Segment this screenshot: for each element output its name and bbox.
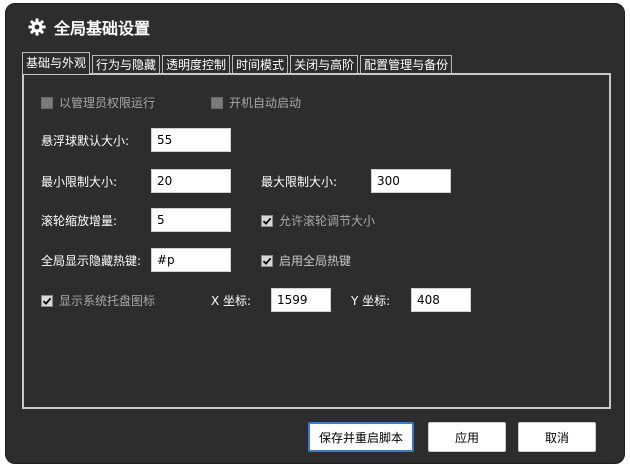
max-size-input[interactable] xyxy=(371,169,451,193)
tab-panel: 以管理员权限运行 开机自动启动 悬浮球默认大小: 最小限制大小: 最大限制大小:… xyxy=(22,73,611,409)
tab-transparency[interactable]: 透明度控制 xyxy=(162,55,231,74)
tab-bar: 基础与外观 行为与隐藏 透明度控制 时间模式 关闭与高阶 配置管理与备份 xyxy=(22,52,454,74)
gear-icon xyxy=(28,18,46,36)
wheel-step-label: 滚轮缩放增量: xyxy=(41,214,118,228)
default-size-label: 悬浮球默认大小: xyxy=(41,134,130,148)
run-as-admin-checkbox[interactable]: 以管理员权限运行 xyxy=(41,95,155,111)
allow-wheel-resize-checkbox[interactable]: 允许滚轮调节大小 xyxy=(261,213,375,229)
min-size-label: 最小限制大小: xyxy=(41,175,118,189)
y-coord-label: Y 坐标: xyxy=(351,294,391,308)
tab-config-backup[interactable]: 配置管理与备份 xyxy=(360,55,453,74)
tab-time-mode[interactable]: 时间模式 xyxy=(232,55,289,74)
x-coord-label: X 坐标: xyxy=(211,294,252,308)
y-coord-input[interactable] xyxy=(411,288,471,312)
x-coord-input[interactable] xyxy=(271,288,331,312)
checkbox-box xyxy=(41,97,53,109)
save-restart-button[interactable]: 保存并重启脚本 xyxy=(308,422,414,452)
window-title: 全局基础设置 xyxy=(54,19,151,38)
cancel-button[interactable]: 取消 xyxy=(518,422,596,452)
tab-basic-appearance[interactable]: 基础与外观 xyxy=(22,52,91,74)
show-tray-icon-checkbox[interactable]: 显示系统托盘图标 xyxy=(41,293,155,309)
wheel-step-input[interactable] xyxy=(151,208,231,232)
checkmark-icon xyxy=(262,217,272,225)
apply-button[interactable]: 应用 xyxy=(428,422,506,452)
default-size-input[interactable] xyxy=(151,128,231,152)
hotkey-input[interactable] xyxy=(151,248,231,272)
title-bar: 全局基础设置 xyxy=(28,15,150,39)
checkbox-box xyxy=(261,255,273,267)
min-size-input[interactable] xyxy=(151,169,231,193)
checkbox-box xyxy=(211,97,223,109)
enable-hotkey-checkbox[interactable]: 启用全局热键 xyxy=(261,253,351,269)
checkmark-icon xyxy=(262,257,272,265)
tab-behavior-hide[interactable]: 行为与隐藏 xyxy=(92,55,161,74)
checkbox-box xyxy=(41,295,53,307)
checkbox-box xyxy=(261,215,273,227)
hotkey-label: 全局显示隐藏热键: xyxy=(41,254,142,268)
settings-window: 全局基础设置 基础与外观 行为与隐藏 透明度控制 时间模式 关闭与高阶 配置管理… xyxy=(5,3,625,464)
tab-close-advanced[interactable]: 关闭与高阶 xyxy=(290,55,359,74)
checkmark-icon xyxy=(42,297,52,305)
max-size-label: 最大限制大小: xyxy=(261,175,338,189)
autostart-checkbox[interactable]: 开机自动启动 xyxy=(211,95,301,111)
